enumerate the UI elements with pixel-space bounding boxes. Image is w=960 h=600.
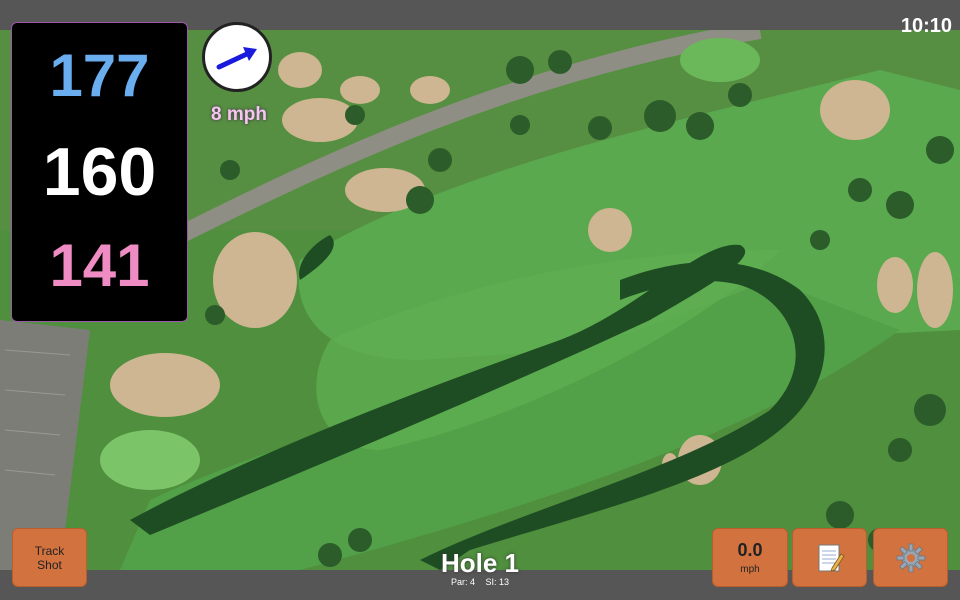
wind-speed: 8 mph bbox=[211, 104, 267, 125]
speed-value: 0.0 bbox=[737, 540, 763, 560]
hole-info: Par: 4 SI: 13 bbox=[380, 577, 580, 587]
speed-button[interactable]: 0.0 mph bbox=[712, 528, 788, 587]
wind-arrow-icon bbox=[216, 47, 257, 70]
speed-unit: mph bbox=[740, 564, 760, 575]
yardage-panel: 177 160 141 bbox=[11, 22, 188, 322]
settings-button[interactable] bbox=[873, 528, 948, 587]
back-yardage: 177 bbox=[49, 42, 150, 109]
middle-yardage: 160 bbox=[42, 134, 157, 210]
wind-direction-dial bbox=[202, 22, 272, 92]
gear-icon bbox=[896, 543, 925, 572]
track-shot-button[interactable]: Track Shot bbox=[12, 528, 87, 587]
hole-title: Hole 1 bbox=[440, 548, 520, 578]
notes-button[interactable] bbox=[792, 528, 867, 587]
status-time: 10:10 bbox=[900, 15, 952, 37]
par-label: Par: 4 bbox=[450, 577, 475, 587]
notepad-icon bbox=[818, 544, 845, 572]
front-yardage: 141 bbox=[49, 232, 150, 299]
track-shot-label: Track Shot bbox=[34, 543, 65, 572]
stroke-index-label: SI: 13 bbox=[485, 577, 510, 587]
